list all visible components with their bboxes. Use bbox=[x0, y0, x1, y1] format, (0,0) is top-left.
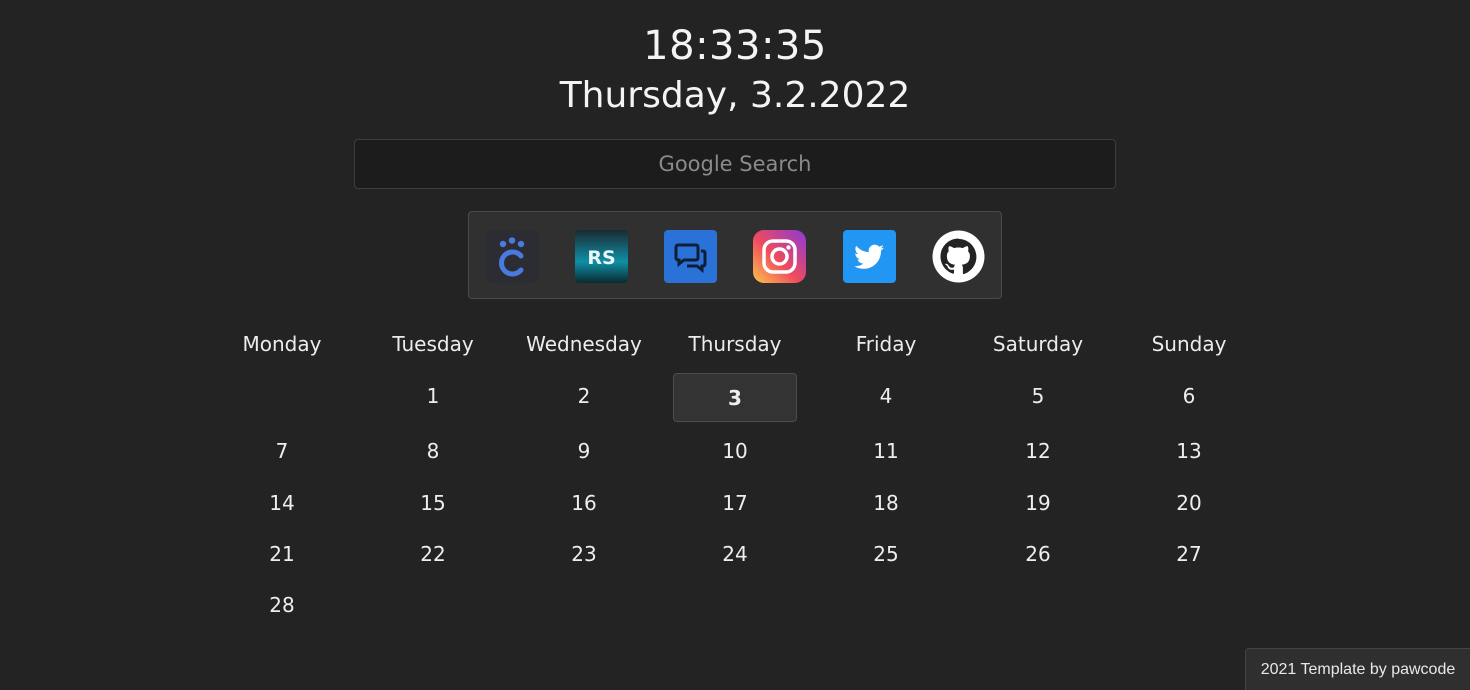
calendar-day: 17 bbox=[722, 491, 748, 515]
calendar-day: 26 bbox=[1025, 542, 1051, 566]
weekday-wednesday: Wednesday bbox=[526, 332, 642, 356]
calendar-day: 9 bbox=[577, 439, 591, 463]
clock-time: 18:33:35 bbox=[643, 23, 827, 69]
calendar-day-today: 3 bbox=[728, 386, 742, 410]
weekday-sunday: Sunday bbox=[1151, 332, 1227, 356]
pawcode-icon bbox=[486, 230, 539, 283]
calendar-day: 18 bbox=[873, 491, 899, 515]
rs-icon: RS bbox=[575, 230, 628, 283]
calendar-day: 22 bbox=[420, 542, 446, 566]
github-link[interactable] bbox=[932, 230, 985, 283]
weekday-tuesday: Tuesday bbox=[392, 332, 474, 356]
instagram-link[interactable] bbox=[753, 230, 806, 283]
chat-icon bbox=[664, 230, 717, 283]
clock-date: Thursday, 3.2.2022 bbox=[559, 75, 911, 116]
calendar-day: 16 bbox=[571, 491, 597, 515]
weekday-thursday: Thursday bbox=[688, 332, 782, 356]
weekday-friday: Friday bbox=[855, 332, 917, 356]
calendar-day: 15 bbox=[420, 491, 446, 515]
calendar-day: 11 bbox=[873, 439, 899, 463]
calendar-day: 23 bbox=[571, 542, 597, 566]
calendar-day: 20 bbox=[1176, 491, 1202, 515]
rs-icon-label: RS bbox=[587, 247, 615, 269]
calendar-day: 2 bbox=[577, 384, 591, 408]
calendar-day: 24 bbox=[722, 542, 748, 566]
calendar-day: 25 bbox=[873, 542, 899, 566]
calendar-day: 13 bbox=[1176, 439, 1202, 463]
weekday-saturday: Saturday bbox=[992, 332, 1084, 356]
github-icon bbox=[932, 230, 985, 283]
twitter-icon bbox=[843, 230, 896, 283]
pawcode-link[interactable] bbox=[486, 230, 539, 283]
calendar-day: 1 bbox=[426, 384, 440, 408]
calendar-day: 8 bbox=[426, 439, 440, 463]
rs-link[interactable]: RS bbox=[575, 230, 628, 283]
calendar-day: 28 bbox=[269, 593, 295, 617]
quick-links-bar: RS bbox=[468, 211, 1002, 299]
calendar-day: 19 bbox=[1025, 491, 1051, 515]
weekday-monday: Monday bbox=[242, 332, 322, 356]
calendar-day: 4 bbox=[879, 384, 893, 408]
calendar-day: 6 bbox=[1182, 384, 1196, 408]
calendar-day: 5 bbox=[1031, 384, 1045, 408]
calendar-day: 7 bbox=[275, 439, 289, 463]
start-page: 18:33:35 Thursday, 3.2.2022 Google Searc… bbox=[0, 0, 1470, 690]
chat-link[interactable] bbox=[664, 230, 717, 283]
calendar-day: 21 bbox=[269, 542, 295, 566]
calendar-day: 14 bbox=[269, 491, 295, 515]
calendar-day: 10 bbox=[722, 439, 748, 463]
twitter-link[interactable] bbox=[843, 230, 896, 283]
calendar-day: 12 bbox=[1025, 439, 1051, 463]
instagram-icon bbox=[753, 230, 806, 283]
calendar-day: 27 bbox=[1176, 542, 1202, 566]
search-input[interactable] bbox=[354, 139, 1116, 189]
footer-credit: 2021 Template by pawcode bbox=[1245, 648, 1470, 690]
